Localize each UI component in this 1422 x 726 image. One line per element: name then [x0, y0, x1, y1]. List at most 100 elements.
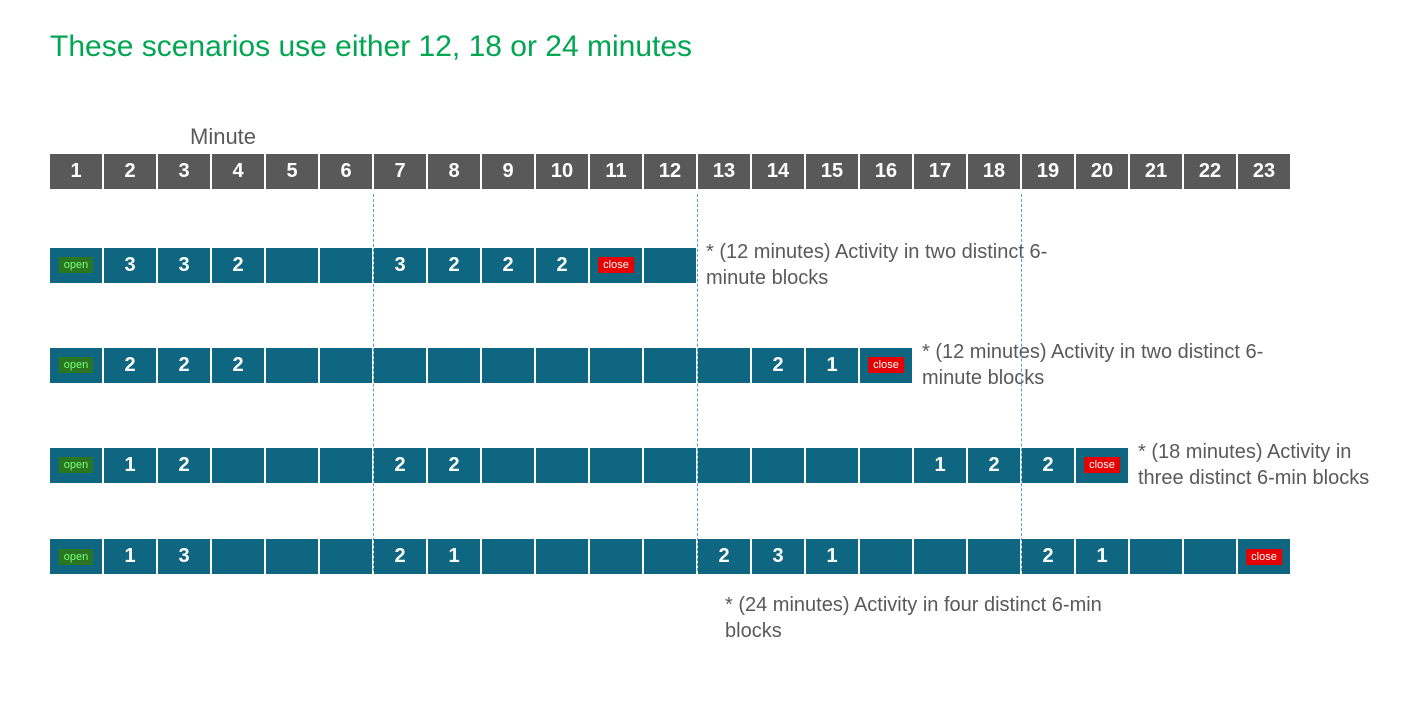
minute-header-cell: 17 [914, 154, 966, 189]
close-badge: close [598, 257, 634, 273]
minute-header-cell: 2 [104, 154, 156, 189]
six-min-divider [1021, 194, 1022, 571]
six-min-divider [373, 194, 374, 571]
scenario-caption: * (18 minutes) Activity in three distinc… [1138, 439, 1372, 491]
scenario-cell: 2 [1022, 448, 1074, 483]
scenario-cell [536, 348, 588, 383]
scenario-cell: 2 [374, 539, 426, 574]
minute-header-cell: 16 [860, 154, 912, 189]
scenario-cell: open [50, 348, 102, 383]
scenario-cell [482, 348, 534, 383]
six-min-divider [697, 194, 698, 571]
scenario-cell: 1 [428, 539, 480, 574]
minute-header-cell: 11 [590, 154, 642, 189]
scenario-cell [860, 539, 912, 574]
scenario-cell [266, 248, 318, 283]
minute-header-cell: 9 [482, 154, 534, 189]
scenario-cell: 3 [374, 248, 426, 283]
scenario-cell: open [50, 448, 102, 483]
minute-header-cell: 14 [752, 154, 804, 189]
scenario-cell [428, 348, 480, 383]
minute-header-cell: 5 [266, 154, 318, 189]
scenario-cell: 2 [212, 348, 264, 383]
scenario-cell: close [1076, 448, 1128, 483]
scenario-cell [266, 539, 318, 574]
scenario-cell: close [860, 348, 912, 383]
scenario-cell: 1 [914, 448, 966, 483]
minute-header-cell: 8 [428, 154, 480, 189]
minute-axis-label: Minute [190, 124, 1372, 150]
scenario-chart: 1234567891011121314151617181920212223 op… [50, 154, 1372, 644]
minute-header-cell: 12 [644, 154, 696, 189]
scenario-cell: 3 [158, 248, 210, 283]
scenario-cell [482, 539, 534, 574]
scenario-cell [698, 348, 750, 383]
open-badge: open [59, 357, 93, 373]
minute-header-cell: 20 [1076, 154, 1128, 189]
scenario-cell [806, 448, 858, 483]
scenario-cell [644, 448, 696, 483]
scenario-cell [968, 539, 1020, 574]
scenario-cell [590, 448, 642, 483]
scenario-cells: open22221close [50, 348, 912, 383]
scenario-cell [1184, 539, 1236, 574]
scenario-cell: open [50, 248, 102, 283]
scenario-cell [320, 348, 372, 383]
scenario-cell [536, 539, 588, 574]
minute-header-cell: 10 [536, 154, 588, 189]
close-badge: close [1246, 549, 1282, 565]
scenario-cell: 1 [104, 539, 156, 574]
open-badge: open [59, 257, 93, 273]
minute-header-cell: 19 [1022, 154, 1074, 189]
scenario-cell [590, 539, 642, 574]
scenario-cell [752, 448, 804, 483]
close-badge: close [1084, 457, 1120, 473]
scenario-cell: 3 [752, 539, 804, 574]
minute-header-cell: 3 [158, 154, 210, 189]
scenario-cells: open1222122close [50, 448, 1128, 483]
minute-header-cell: 13 [698, 154, 750, 189]
scenario-cell: 1 [104, 448, 156, 483]
scenario-cell [320, 539, 372, 574]
scenario-cell: 3 [158, 539, 210, 574]
minute-header-cell: 23 [1238, 154, 1290, 189]
scenario-cell [644, 248, 696, 283]
scenario-cell: 2 [968, 448, 1020, 483]
minute-header-cell: 22 [1184, 154, 1236, 189]
scenario-cell: 2 [158, 448, 210, 483]
scenario-cell [320, 248, 372, 283]
scenario-cell: 2 [482, 248, 534, 283]
scenario-cell: 2 [374, 448, 426, 483]
scenario-cell [698, 448, 750, 483]
scenario-cell: 2 [158, 348, 210, 383]
scenario-row: open1222122close* (18 minutes) Activity … [50, 439, 1372, 491]
scenario-cell: 1 [1076, 539, 1128, 574]
scenario-caption: * (12 minutes) Activity in two distinct … [922, 339, 1302, 391]
scenario-cell: 2 [428, 248, 480, 283]
open-badge: open [59, 549, 93, 565]
scenario-cell: 2 [698, 539, 750, 574]
scenario-caption: * (24 minutes) Activity in four distinct… [725, 592, 1145, 644]
scenario-cell [644, 539, 696, 574]
scenario-cell [212, 539, 264, 574]
minute-header-cell: 4 [212, 154, 264, 189]
minute-header-cell: 6 [320, 154, 372, 189]
scenario-cell [266, 448, 318, 483]
scenario-cell [590, 348, 642, 383]
scenario-cell: open [50, 539, 102, 574]
scenario-cell [1130, 539, 1182, 574]
close-badge: close [868, 357, 904, 373]
scenario-caption: * (12 minutes) Activity in two distinct … [706, 239, 1086, 291]
scenario-row: open132123121close [50, 539, 1372, 574]
page-title: These scenarios use either 12, 18 or 24 … [50, 30, 1372, 64]
scenario-cell [536, 448, 588, 483]
minute-header-cell: 7 [374, 154, 426, 189]
scenario-row: open22221close* (12 minutes) Activity in… [50, 339, 1372, 391]
scenario-cell: 2 [104, 348, 156, 383]
scenario-cell: close [590, 248, 642, 283]
scenario-cell [860, 448, 912, 483]
scenario-cell [212, 448, 264, 483]
scenario-cell [644, 348, 696, 383]
scenario-cell: 1 [806, 539, 858, 574]
scenario-cell [266, 348, 318, 383]
